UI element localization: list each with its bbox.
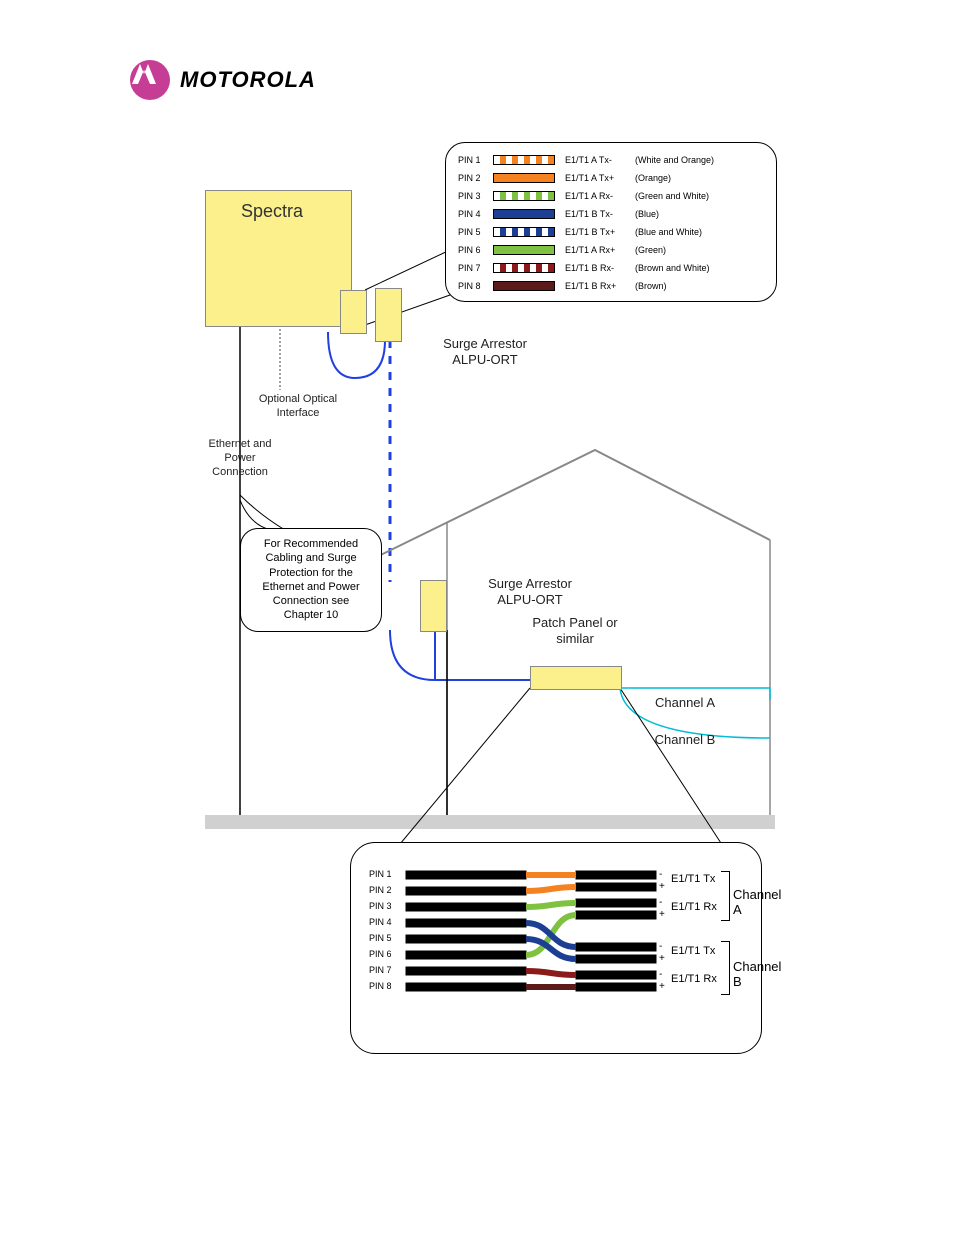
minus-sign: - — [659, 969, 662, 980]
wiring-diagram: Spectra Surge ArrestorALPU-ORT Surge Arr… — [205, 140, 775, 1090]
channel-b-label: Channel B — [640, 732, 730, 748]
color-swatch-icon — [493, 281, 555, 291]
pin-number: PIN 4 — [458, 209, 493, 219]
bracket-icon — [721, 871, 730, 921]
pin-number: PIN 1 — [369, 869, 392, 879]
plus-sign: + — [659, 909, 665, 920]
pair-label: E1/T1 Rx — [671, 901, 717, 913]
pin-number: PIN 5 — [458, 227, 493, 237]
signal-name: E1/T1 B Rx+ — [565, 281, 635, 291]
color-name: (Green and White) — [635, 191, 745, 201]
pin-number: PIN 7 — [369, 965, 392, 975]
pin-number: PIN 6 — [369, 949, 392, 959]
color-swatch-icon — [493, 209, 555, 219]
eth-power-label: Ethernet andPowerConnection — [190, 438, 290, 479]
color-swatch-icon — [493, 155, 555, 165]
pin-number: PIN 3 — [458, 191, 493, 201]
color-swatch-icon — [493, 191, 555, 201]
pin-number: PIN 2 — [458, 173, 493, 183]
surge-arrestor-bottom — [420, 580, 447, 632]
surge-arrestor-top — [375, 288, 402, 342]
pin-row: PIN 5 E1/T1 B Tx+(Blue and White) — [458, 225, 745, 239]
pin-number: PIN 6 — [458, 245, 493, 255]
color-name: (Green) — [635, 245, 745, 255]
signal-name: E1/T1 A Tx+ — [565, 173, 635, 183]
pin-row: PIN 8 E1/T1 B Rx+(Brown) — [458, 279, 745, 293]
recommendation-callout: For RecommendedCabling and SurgeProtecti… — [240, 528, 382, 632]
color-swatch-icon — [493, 245, 555, 255]
minus-sign: - — [659, 869, 662, 880]
motorola-logo: MOTOROLA — [130, 60, 316, 100]
patch-panel — [530, 666, 622, 690]
channel-a: Channel A — [733, 887, 781, 917]
color-swatch-icon — [493, 263, 555, 273]
color-name: (White and Orange) — [635, 155, 745, 165]
signal-name: E1/T1 A Rx- — [565, 191, 635, 201]
pin-number: PIN 8 — [369, 981, 392, 991]
bracket-icon — [721, 941, 730, 995]
pin-row: PIN 6 E1/T1 A Rx+(Green) — [458, 243, 745, 257]
pin-number: PIN 1 — [458, 155, 493, 165]
pin-number: PIN 2 — [369, 885, 392, 895]
color-swatch-icon — [493, 173, 555, 183]
pin-number: PIN 8 — [458, 281, 493, 291]
spectra-label: Spectra — [241, 201, 303, 222]
minus-sign: - — [659, 897, 662, 908]
signal-name: E1/T1 A Tx- — [565, 155, 635, 165]
pin-row: PIN 1 E1/T1 A Tx-(White and Orange) — [458, 153, 745, 167]
plus-sign: + — [659, 881, 665, 892]
color-name: (Brown and White) — [635, 263, 745, 273]
color-name: (Orange) — [635, 173, 745, 183]
signal-name: E1/T1 B Tx- — [565, 209, 635, 219]
channel-b: Channel B — [733, 959, 781, 989]
pair-label: E1/T1 Tx — [671, 945, 715, 957]
pin-number: PIN 3 — [369, 901, 392, 911]
pair-label: E1/T1 Tx — [671, 873, 715, 885]
minus-sign: - — [659, 941, 662, 952]
optical-label: Optional OpticalInterface — [243, 393, 353, 421]
pin-row: PIN 4 E1/T1 B Tx-(Blue) — [458, 207, 745, 221]
plus-sign: + — [659, 981, 665, 992]
pin-legend-top: PIN 1 E1/T1 A Tx-(White and Orange) PIN 2 E… — [445, 142, 777, 302]
channel-a-label: Channel A — [640, 695, 730, 711]
plus-sign: + — [659, 953, 665, 964]
patch-label: Patch Panel orsimilar — [510, 615, 640, 648]
spectra-port — [340, 290, 367, 334]
surge-label-bottom: Surge ArrestorALPU-ORT — [465, 576, 595, 609]
brand-text: MOTOROLA — [180, 67, 316, 93]
color-swatch-icon — [493, 227, 555, 237]
signal-name: E1/T1 B Tx+ — [565, 227, 635, 237]
surge-label-top: Surge ArrestorALPU-ORT — [420, 336, 550, 369]
motorola-batwing-icon — [130, 60, 170, 100]
pin-row: PIN 3 E1/T1 A Rx-(Green and White) — [458, 189, 745, 203]
pair-label: E1/T1 Rx — [671, 973, 717, 985]
color-name: (Brown) — [635, 281, 745, 291]
signal-name: E1/T1 B Rx- — [565, 263, 635, 273]
color-name: (Blue) — [635, 209, 745, 219]
pin-number: PIN 5 — [369, 933, 392, 943]
pin-number: PIN 7 — [458, 263, 493, 273]
pin-row: PIN 2 E1/T1 A Tx+(Orange) — [458, 171, 745, 185]
pin-legend-bottom: - + - + - + - + E1/T1 Tx E1/T1 Rx E1/T1 … — [350, 842, 762, 1054]
pin-number: PIN 4 — [369, 917, 392, 927]
color-name: (Blue and White) — [635, 227, 745, 237]
signal-name: E1/T1 A Rx+ — [565, 245, 635, 255]
spectra-device: Spectra — [205, 190, 352, 327]
pin-row: PIN 7 E1/T1 B Rx-(Brown and White) — [458, 261, 745, 275]
